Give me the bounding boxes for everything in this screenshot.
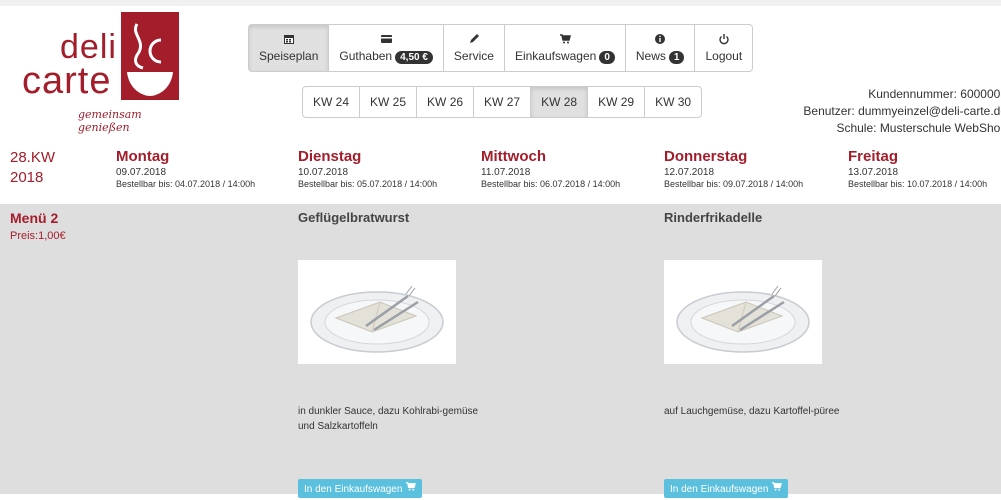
week-kw24[interactable]: KW 24 [303,87,361,117]
dish-image [664,260,822,364]
day-name: Freitag [848,148,899,165]
menu-label: Menü 2 [10,210,59,226]
day-deadline: Bestellbar bis: 06.07.2018 / 14:00h [481,179,621,189]
dish-card-dienstag: Geflügelbratwurst in dunkler Sauce, dazu… [298,210,498,500]
day-date: 13.07.2018 [848,167,899,178]
add-to-cart-button[interactable]: In den Einkaufswagen [664,479,789,498]
cart-icon [405,482,417,495]
dish-description: auf Lauchgemüse, dazu Kartoffel-püree [664,406,840,417]
nav-einkaufswagen-label: Einkaufswagen [514,48,597,63]
nav-logout-label: Logout [705,49,743,63]
menu-price: Preis:1,00€ [10,230,66,242]
customer-number: Kundennummer: 6000003 [868,87,1001,101]
menu-row: Menü 2 Preis:1,00€ Geflügelbratwurst in … [0,204,1001,498]
nav-service-label: Service [453,49,494,63]
add-to-cart-label: In den Einkaufswagen [670,484,769,495]
balance-badge: 4,50 € [395,50,433,64]
school-name: Schule: Musterschule WebShop [836,121,1001,135]
day-deadline: Bestellbar bis: 10.07.2018 / 14:00h [848,179,988,189]
dish-description: in dunkler Sauce, dazu Kohlrabi-gemüse u… [298,406,479,432]
day-column-mittwoch: Mittwoch 11.07.2018 Bestellbar bis: 06.0… [481,148,620,189]
nav-news[interactable]: News 1 [626,25,696,71]
day-deadline: Bestellbar bis: 05.07.2018 / 14:00h [298,179,438,189]
news-count-badge: 1 [668,50,685,64]
nav-speiseplan-label: Speiseplan [259,49,319,63]
day-column-freitag: Freitag 13.07.2018 Bestellbar bis: 10.07… [848,148,987,189]
day-column-montag: Montag 09.07.2018 Bestellbar bis: 04.07.… [116,148,255,189]
day-date: 10.07.2018 [298,167,349,178]
add-to-cart-label: In den Einkaufswagen [304,484,403,495]
week-kw27[interactable]: KW 27 [474,87,532,117]
day-name: Mittwoch [481,148,546,165]
nav-news-text: News 1 [636,49,685,64]
cart-icon [771,482,783,495]
user-email: Benutzer: dummyeinzel@deli-carte.de [803,104,1001,118]
day-name: Donnerstag [664,148,748,165]
week-kw30[interactable]: KW 30 [645,87,701,117]
nav-guthaben-text: Guthaben 4,50 € [339,49,433,64]
power-icon [718,33,730,47]
nav-service[interactable]: Service [444,25,505,71]
day-deadline: Bestellbar bis: 04.07.2018 / 14:00h [116,179,256,189]
nav-guthaben-label: Guthaben [339,48,393,63]
week-kw28[interactable]: KW 28 [531,87,589,117]
user-info: Kundennummer: 6000003 Benutzer: dummyein… [803,86,1001,137]
day-deadline: Bestellbar bis: 09.07.2018 / 14:00h [664,179,804,189]
add-to-cart-button[interactable]: In den Einkaufswagen [298,479,423,498]
calendar-week-label: 28.KW 2018 [10,148,55,188]
dish-card-donnerstag: Rinderfrikadelle auf Lauchgemüse, dazu K… [664,210,864,500]
top-bar [0,0,1001,6]
logo-cup-icon [121,12,179,100]
main-nav: Speiseplan Guthaben 4,50 € Service Einkau… [248,24,754,72]
week-kw26[interactable]: KW 26 [417,87,475,117]
kw-year: 2018 [10,169,44,186]
day-date: 12.07.2018 [664,167,715,178]
nav-guthaben[interactable]: Guthaben 4,50 € [329,25,444,71]
day-date: 09.07.2018 [116,167,167,178]
logo[interactable]: deli carte gemeinsam genießen [20,12,190,134]
calendar-icon [283,33,295,47]
day-name: Montag [116,148,170,165]
day-column-dienstag: Dienstag 10.07.2018 Bestellbar bis: 05.0… [298,148,437,189]
logo-text-carte: carte [22,60,112,102]
nav-logout[interactable]: Logout [695,25,752,71]
nav-news-label: News [635,48,666,63]
nav-einkaufswagen-text: Einkaufswagen 0 [515,49,615,64]
day-column-donnerstag: Donnerstag 12.07.2018 Bestellbar bis: 09… [664,148,803,189]
info-icon [654,33,666,47]
nav-speiseplan[interactable]: Speiseplan [249,25,330,71]
dish-image [298,260,456,364]
cart-count-badge: 0 [599,50,615,64]
dish-name: Geflügelbratwurst [298,210,410,225]
week-selector: KW 24 KW 25 KW 26 KW 27 KW 28 KW 29 KW 3… [302,86,703,118]
pencil-icon [468,33,480,47]
kw-number: 28.KW [10,149,56,166]
logo-slogan: gemeinsam genießen [78,108,142,134]
dish-name: Rinderfrikadelle [664,210,763,225]
week-kw29[interactable]: KW 29 [588,87,646,117]
nav-einkaufswagen[interactable]: Einkaufswagen 0 [505,25,626,71]
cart-icon [559,33,571,47]
week-kw25[interactable]: KW 25 [360,87,418,117]
day-date: 11.07.2018 [481,167,531,178]
day-name: Dienstag [298,148,362,165]
credit-card-icon [380,33,393,47]
